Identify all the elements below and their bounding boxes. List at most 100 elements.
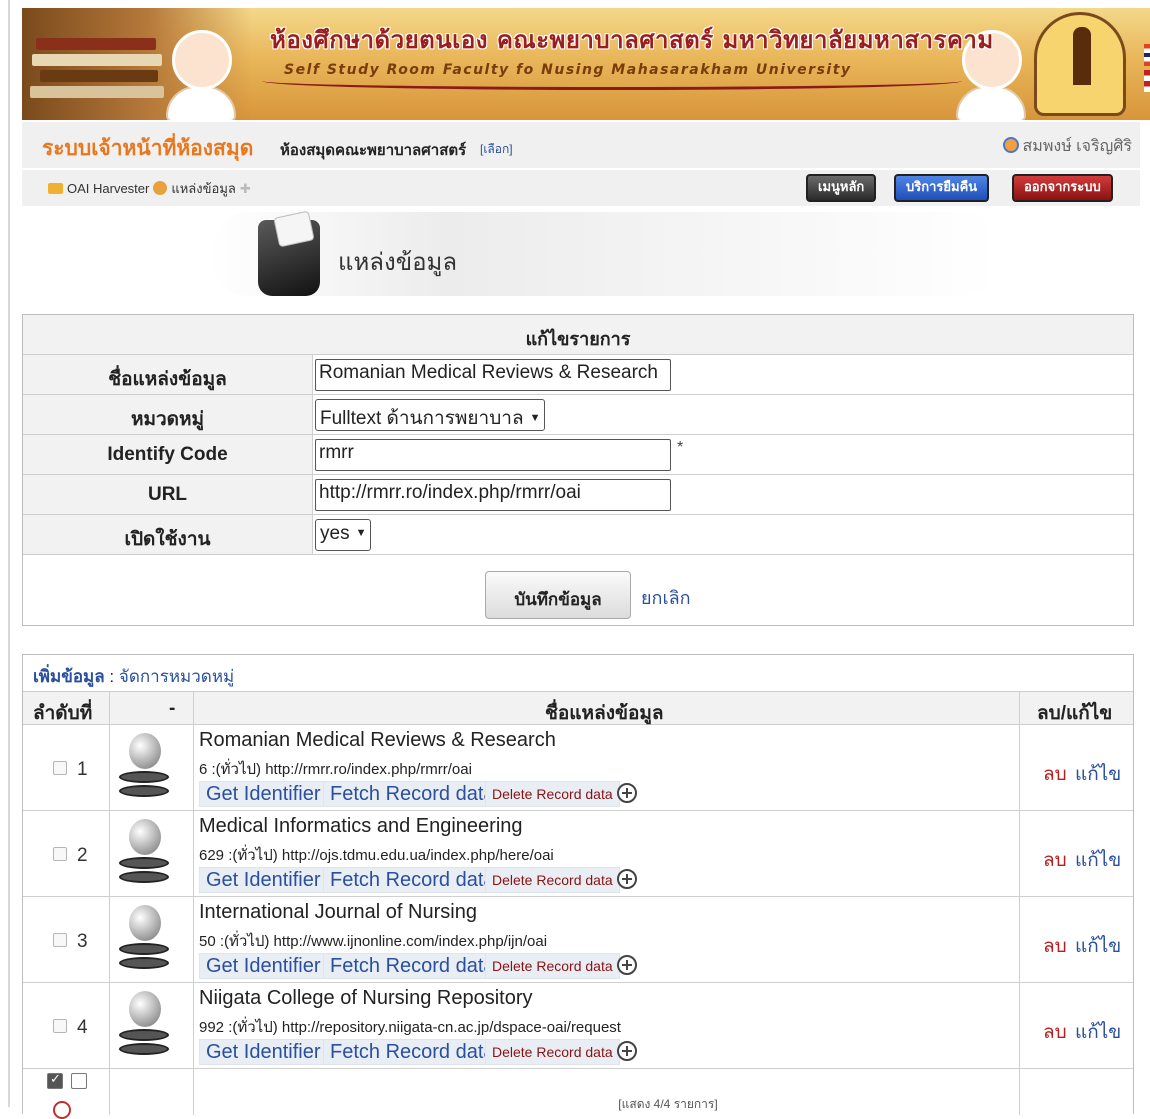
delete-record-button[interactable]: Delete Record data [485, 953, 620, 979]
banner-title-thai: ห้องศึกษาด้วยตนเอง คณะพยาบาลศาสตร์ มหาวิ… [270, 26, 994, 54]
book-shape [36, 38, 156, 50]
row-edit-link[interactable]: แก้ไข [1075, 759, 1121, 789]
page-title: แหล่งข้อมูล [338, 248, 458, 276]
manage-category-link[interactable]: จัดการหมวดหมู่ [119, 667, 234, 686]
row-checkbox[interactable] [53, 933, 67, 947]
row-number: 3 [77, 931, 88, 952]
folder-document-icon [258, 220, 320, 296]
nurse-face-left [172, 30, 232, 90]
folder-icon [48, 183, 63, 194]
row-delete-link[interactable]: ลบ [1043, 759, 1067, 789]
col-icon-header: - [169, 698, 176, 719]
category-selected-value: Fulltext ด้านการพยาบาล [320, 408, 524, 429]
breadcrumb-current[interactable]: แหล่งข้อมูล [171, 181, 236, 196]
dropdown-arrow-icon: ▼ [355, 527, 367, 539]
page-left-border [8, 0, 10, 1107]
url-label: URL [147, 484, 188, 505]
category-label: หมวดหมู่ [130, 409, 205, 430]
enabled-label-cell: เปิดใช้งาน [23, 515, 313, 554]
source-name: International Journal of Nursing [199, 901, 477, 923]
loan-service-button[interactable]: บริการยืมคืน [894, 174, 990, 202]
nurse-illustration-right [956, 86, 1026, 120]
get-identifier-button[interactable]: Get Identifier [199, 781, 328, 807]
row-checkbox[interactable] [53, 847, 67, 861]
delete-record-button[interactable]: Delete Record data [485, 781, 620, 807]
row-checkbox[interactable] [53, 1019, 67, 1033]
form-actions: บันทึกข้อมูล ยกเลิก [23, 567, 1133, 625]
us-flag-icon[interactable] [1144, 70, 1150, 92]
row-edit-link[interactable]: แก้ไข [1075, 845, 1121, 875]
fetch-record-button[interactable]: Fetch Record data [323, 781, 502, 807]
source-name: Medical Informatics and Engineering [199, 815, 523, 837]
identify-label-cell: Identify Code [23, 435, 313, 474]
logout-button[interactable]: ออกจากระบบ [1012, 174, 1113, 202]
record-count-summary: [แสดง 4/4 รายการ] [618, 1097, 718, 1111]
site-banner: ห้องศึกษาด้วยตนเอง คณะพยาบาลศาสตร์ มหาวิ… [22, 8, 1150, 120]
category-select[interactable]: Fulltext ด้านการพยาบาล ▼ [315, 399, 546, 431]
row-delete-link[interactable]: ลบ [1043, 1017, 1067, 1047]
url-field[interactable]: http://rmrr.ro/index.php/rmrr/oai [315, 479, 671, 511]
toolbar-separator: : [104, 667, 119, 686]
name-label: ชื่อแหล่งข้อมูล [108, 369, 227, 390]
add-circle-icon[interactable] [617, 869, 637, 889]
nav-bar: OAI Harvester แหล่งข้อมูล ✚ เมนูหลัก บริกา… [22, 170, 1140, 206]
fetch-record-button[interactable]: Fetch Record data [323, 867, 502, 893]
required-marker: * [677, 439, 684, 456]
fetch-record-button[interactable]: Fetch Record data [323, 953, 502, 979]
row-checkbox[interactable] [53, 761, 67, 775]
server-icon [119, 733, 169, 805]
table-row: 2 Medical Informatics and Engineering 62… [23, 811, 1133, 897]
delete-record-button[interactable]: Delete Record data [485, 1039, 620, 1065]
form-row-identify: Identify Code rmrr * [23, 435, 1133, 475]
heading-decoration [210, 212, 1000, 296]
main-menu-button[interactable]: เมนูหลัก [806, 174, 877, 202]
identify-code-field[interactable]: rmrr [315, 439, 671, 471]
add-source-link[interactable]: เพิ่มข้อมูล [33, 667, 105, 686]
user-menu[interactable]: สมพงษ์ เจริญศิริ [1002, 134, 1132, 159]
row-delete-link[interactable]: ลบ [1043, 845, 1067, 875]
row-edit-link[interactable]: แก้ไข [1075, 1017, 1121, 1047]
get-identifier-button[interactable]: Get Identifier [199, 1039, 328, 1065]
breadcrumb-root[interactable]: OAI Harvester [67, 181, 149, 196]
server-icon [119, 991, 169, 1063]
deselect-all-checkbox[interactable] [71, 1073, 87, 1089]
thai-flag-icon[interactable] [1144, 44, 1150, 66]
form-row-enabled: เปิดใช้งาน yes ▼ [23, 515, 1133, 555]
add-circle-icon[interactable] [617, 783, 637, 803]
select-all-checkbox[interactable] [47, 1071, 63, 1089]
table-row: 4 Niigata College of Nursing Repository … [23, 983, 1133, 1069]
university-seal-icon [1034, 12, 1126, 116]
col-actions-header: ลบ/แก้ไข [1037, 703, 1113, 724]
save-button[interactable]: บันทึกข้อมูล [485, 571, 631, 619]
get-identifier-button[interactable]: Get Identifier [199, 867, 328, 893]
banner-title-english: Self Study Room Faculty fo Nusing Mahasa… [284, 62, 852, 78]
table-row: 3 International Journal of Nursing 50 :(… [23, 897, 1133, 983]
get-identifier-button[interactable]: Get Identifier [199, 953, 328, 979]
delete-record-button[interactable]: Delete Record data [485, 867, 620, 893]
source-meta: 50 :(ทั่วไป) http://www.ijnonline.com/in… [199, 933, 548, 950]
source-name-field[interactable]: Romanian Medical Reviews & Research [315, 359, 671, 391]
enabled-select[interactable]: yes ▼ [315, 519, 372, 551]
col-name-header: ชื่อแหล่งข้อมูล [545, 703, 664, 724]
server-icon [119, 905, 169, 977]
fetch-record-button[interactable]: Fetch Record data [323, 1039, 502, 1065]
server-icon [119, 819, 169, 891]
enabled-label: เปิดใช้งาน [124, 529, 211, 550]
select-library-link[interactable]: [เลือก] [480, 140, 513, 159]
add-icon[interactable]: ✚ [240, 181, 251, 196]
add-circle-icon[interactable] [617, 1041, 637, 1061]
dropdown-arrow-icon: ▼ [529, 412, 541, 424]
source-name: Romanian Medical Reviews & Research [199, 729, 556, 751]
database-icon [153, 181, 168, 195]
source-meta: 629 :(ทั่วไป) http://ojs.tdmu.edu.ua/ind… [199, 847, 554, 864]
cancel-link[interactable]: ยกเลิก [641, 583, 691, 612]
identify-label: Identify Code [107, 444, 228, 465]
source-list: เพิ่มข้อมูล : จัดการหมวดหมู่ ลำดับที่ - … [22, 654, 1134, 1119]
header-bar: ระบบเจ้าหน้าที่ห้องสมุด ห้องสมุดคณะพยาบา… [22, 122, 1140, 168]
book-shape [32, 54, 162, 66]
add-circle-icon[interactable] [617, 955, 637, 975]
user-icon [1002, 137, 1019, 153]
source-meta: 992 :(ทั่วไป) http://repository.niigata-… [199, 1019, 621, 1036]
row-delete-link[interactable]: ลบ [1043, 931, 1067, 961]
row-edit-link[interactable]: แก้ไข [1075, 931, 1121, 961]
